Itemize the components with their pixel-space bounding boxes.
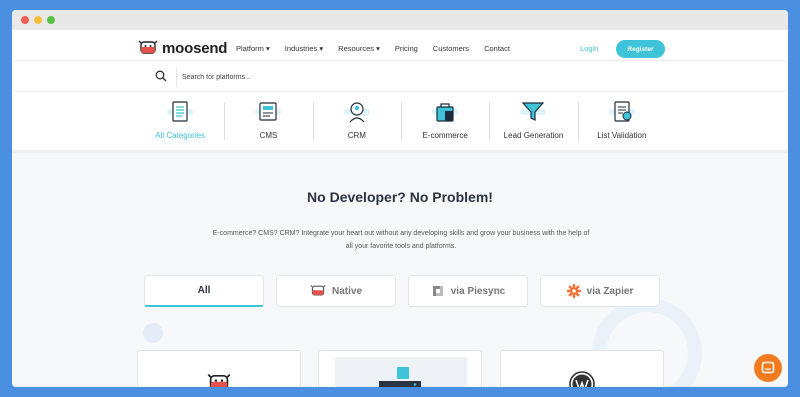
cow-logo-icon [138,40,158,54]
maximize-window-button[interactable] [47,16,55,24]
cms-icon [255,102,282,121]
integration-card-api[interactable] [318,350,482,387]
browser-window: moosend Platform ▾ Industries ▾ Resource… [12,10,788,387]
search-divider [176,67,177,87]
tab-crm[interactable]: CRM [312,92,401,150]
main-content: No Developer? No Problem! E-commerce? CM… [12,153,788,387]
page-title: No Developer? No Problem! [307,189,493,205]
main-menu: Platform ▾ Industries ▾ Resources ▾ Pric… [236,44,510,53]
menu-item-industries[interactable]: Industries ▾ [285,44,323,53]
chat-launcher-button[interactable] [754,354,782,382]
filter-label: via Zapier [586,285,634,297]
filter-native[interactable]: Native [276,275,396,307]
minimize-window-button[interactable] [34,16,42,24]
search-bar [12,60,788,92]
category-tabs: All Categories CMS CRM E-commerce Lead G… [136,92,666,150]
menu-item-platform[interactable]: Platform ▾ [236,44,270,53]
shopping-bag-icon [432,103,459,122]
decorative-circle [143,323,163,343]
moosend-logo[interactable]: moosend [138,38,227,58]
page-subtitle: E-commerce? CMS? CRM? Integrate your hea… [212,230,590,250]
tab-all-categories[interactable]: All Categories [136,92,224,150]
tab-label: Lead Generation [503,131,564,140]
filter-label: Native [331,285,362,297]
tab-label: E-commerce [422,131,468,140]
tab-list-validation[interactable]: List Validation [577,92,666,150]
cow-logo-icon [310,285,326,296]
checklist-icon [608,101,635,122]
list-icon [167,101,194,122]
server-icon [379,367,421,387]
search-input[interactable] [182,70,482,84]
zapier-icon [566,284,581,298]
login-link[interactable]: Login [580,44,598,53]
search-icon [155,70,167,82]
window-titlebar [12,10,788,30]
tab-lead-generation[interactable]: Lead Generation [489,92,577,150]
tab-e-commerce[interactable]: E-commerce [400,92,489,150]
filter-label: All [197,285,211,296]
integration-card-wordpress[interactable] [500,350,664,387]
filter-all[interactable]: All [144,275,264,307]
tab-label: All Categories [155,131,206,140]
menu-item-contact[interactable]: Contact [484,44,510,53]
integration-filters: All Native via Piesync via Zapier [144,275,660,307]
filter-zapier[interactable]: via Zapier [540,275,660,307]
close-window-button[interactable] [21,16,29,24]
cow-logo-icon [207,374,231,387]
filter-piesync[interactable]: via Piesync [408,275,528,307]
menu-item-customers[interactable]: Customers [433,44,469,53]
wordpress-icon [569,371,595,387]
tab-label: CRM [347,131,366,140]
crm-icon [343,102,370,123]
funnel-icon [520,102,547,121]
tab-label: CMS [259,131,278,140]
menu-item-pricing[interactable]: Pricing [395,44,418,53]
tab-label: List Validation [597,131,647,140]
tab-cms[interactable]: CMS [224,92,312,150]
menu-item-resources[interactable]: Resources ▾ [338,44,380,53]
register-button[interactable]: Register [616,40,665,58]
filter-label: via Piesync [450,285,506,297]
logo-text: moosend [162,39,228,57]
piesync-icon [432,286,443,296]
chat-icon [761,361,775,374]
integration-card-moosend[interactable] [137,350,301,387]
